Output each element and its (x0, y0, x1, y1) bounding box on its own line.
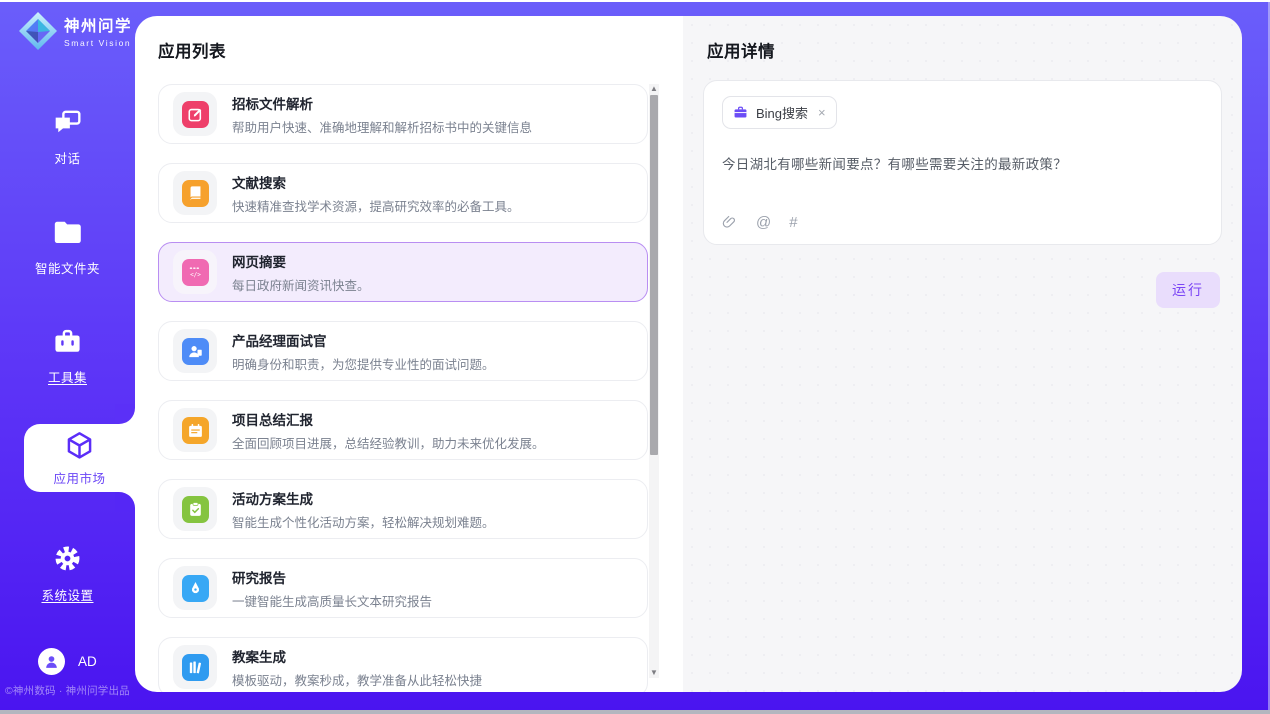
app-list-item[interactable]: 项目总结汇报 全面回顾项目进展，总结经验教训，助力未来优化发展。 (158, 400, 648, 460)
window-top-edge (0, 0, 1270, 2)
brand-logo: 神州问学 Smart Vision (18, 11, 132, 51)
book-icon (182, 180, 209, 207)
window-frame: 神州问学 Smart Vision 对话 智能文件夹 工具集 (0, 0, 1270, 714)
app-desc: 模板驱动，教案秒成，教学准备从此轻松快捷 (232, 670, 482, 689)
app-icon-container: </> (173, 250, 217, 294)
sidebar-item-settings[interactable]: 系统设置 (0, 544, 135, 604)
app-title: 网页摘要 (232, 251, 370, 271)
app-title: 研究报告 (232, 567, 432, 587)
user-account[interactable]: AD (38, 648, 97, 675)
app-title: 招标文件解析 (232, 93, 532, 113)
app-icon-container (173, 171, 217, 215)
run-button[interactable]: 运行 (1156, 272, 1220, 308)
scrollbar-thumb[interactable] (650, 95, 658, 455)
briefcase-icon (733, 105, 748, 120)
sidebar-item-app-market[interactable]: 应用市场 (24, 424, 135, 492)
edit-icon (182, 101, 209, 128)
app-desc: 明确身份和职责，为您提供专业性的面试问题。 (232, 354, 495, 373)
app-list-item[interactable]: 教案生成 模板驱动，教案秒成，教学准备从此轻松快捷 (158, 637, 648, 692)
scrollbar-up-arrow[interactable]: ▲ (649, 84, 659, 94)
app-title: 教案生成 (232, 646, 482, 666)
user-initials: AD (78, 654, 97, 669)
app-detail-panel: 应用详情 Bing搜索 × 今日湖北有哪些新闻要点？有哪些需要关注的最新政策？ (683, 16, 1242, 692)
app-title: 文献搜索 (232, 172, 520, 192)
app-list-title: 应用列表 (158, 38, 226, 62)
tool-chip[interactable]: Bing搜索 × (722, 96, 837, 129)
app-list-item[interactable]: 招标文件解析 帮助用户快速、准确地理解和解析招标书中的关键信息 (158, 84, 648, 144)
paperclip-icon[interactable] (722, 214, 738, 231)
gear-icon (53, 544, 82, 573)
app-icon-container (173, 566, 217, 610)
app-list-panel: 应用列表 招标文件解析 帮助用户快速、准确地理解和解析招标书中的关键信 (135, 16, 683, 692)
app-icon-container (173, 92, 217, 136)
brand-tagline: Smart Vision (64, 38, 132, 48)
app-icon-container (173, 645, 217, 689)
copyright-footer: ©神州数码 · 神州问学出品 (5, 683, 135, 698)
hash-icon[interactable]: # (789, 214, 797, 231)
app-desc: 快速精准查找学术资源，提高研究效率的必备工具。 (232, 196, 520, 215)
brand-name: 神州问学 (64, 14, 132, 36)
app-desc: 智能生成个性化活动方案，轻松解决规划难题。 (232, 512, 495, 531)
calendar-icon (182, 417, 209, 444)
svg-text:</>: </> (190, 271, 201, 278)
query-input[interactable]: 今日湖北有哪些新闻要点？有哪些需要关注的最新政策？ (722, 153, 1203, 173)
chip-close-icon[interactable]: × (818, 105, 826, 120)
sidebar-item-label: 智能文件夹 (0, 258, 135, 277)
app-list-item[interactable]: 活动方案生成 智能生成个性化活动方案，轻松解决规划难题。 (158, 479, 648, 539)
mention-icon[interactable]: @ (756, 214, 771, 231)
active-tab-curve-top (115, 404, 135, 424)
app-list-item-selected[interactable]: </> 网页摘要 每日政府新闻资讯快查。 (158, 242, 648, 302)
app-list-item[interactable]: 产品经理面试官 明确身份和职责，为您提供专业性的面试问题。 (158, 321, 648, 381)
sidebar-item-smart-folder[interactable]: 智能文件夹 (0, 220, 135, 277)
avatar (38, 648, 65, 675)
scrollbar-down-arrow[interactable]: ▼ (649, 668, 659, 678)
clipboard-check-icon (182, 496, 209, 523)
app-detail-title: 应用详情 (707, 38, 775, 62)
sidebar-item-label: 系统设置 (0, 585, 135, 604)
app-icon-container (173, 408, 217, 452)
app-icon-container (173, 329, 217, 373)
app-desc: 每日政府新闻资讯快查。 (232, 275, 370, 294)
sidebar-item-label: 对话 (0, 148, 135, 167)
sidebar-item-label: 应用市场 (24, 468, 135, 487)
books-icon (182, 654, 209, 681)
app-desc: 一键智能生成高质量长文本研究报告 (232, 591, 432, 610)
app-desc: 全面回顾项目进展，总结经验教训，助力未来优化发展。 (232, 433, 545, 452)
active-tab-curve-bottom (115, 492, 135, 512)
window-bottom-edge (0, 710, 1270, 714)
person-icon (43, 653, 60, 670)
app-desc: 帮助用户快速、准确地理解和解析招标书中的关键信息 (232, 117, 532, 136)
app-icon-container (173, 487, 217, 531)
sidebar-item-chat[interactable]: 对话 (0, 110, 135, 167)
cube-icon (64, 430, 95, 461)
main-content: 应用列表 招标文件解析 帮助用户快速、准确地理解和解析招标书中的关键信 (135, 16, 1242, 692)
ink-pen-icon (182, 575, 209, 602)
query-card[interactable]: Bing搜索 × 今日湖北有哪些新闻要点？有哪些需要关注的最新政策？ @ # (703, 80, 1222, 245)
app-title: 产品经理面试官 (232, 330, 495, 350)
app-list-item[interactable]: 研究报告 一键智能生成高质量长文本研究报告 (158, 558, 648, 618)
app-title: 活动方案生成 (232, 488, 495, 508)
brand-diamond-icon (18, 11, 58, 51)
app-list: 招标文件解析 帮助用户快速、准确地理解和解析招标书中的关键信息 (158, 84, 650, 692)
app-title: 项目总结汇报 (232, 409, 545, 429)
browser-icon: </> (182, 259, 209, 286)
app-list-item[interactable]: 文献搜索 快速精准查找学术资源，提高研究效率的必备工具。 (158, 163, 648, 223)
attachment-toolbar: @ # (722, 214, 798, 231)
briefcase-icon (53, 328, 82, 355)
sidebar-item-toolset[interactable]: 工具集 (0, 328, 135, 386)
folder-icon (53, 220, 82, 246)
sidebar-item-label: 工具集 (0, 367, 135, 386)
interviewer-icon (182, 338, 209, 365)
chat-icon (53, 110, 82, 136)
tool-chip-label: Bing搜索 (756, 103, 808, 122)
app-list-scrollbar[interactable]: ▲ ▼ (649, 84, 659, 678)
